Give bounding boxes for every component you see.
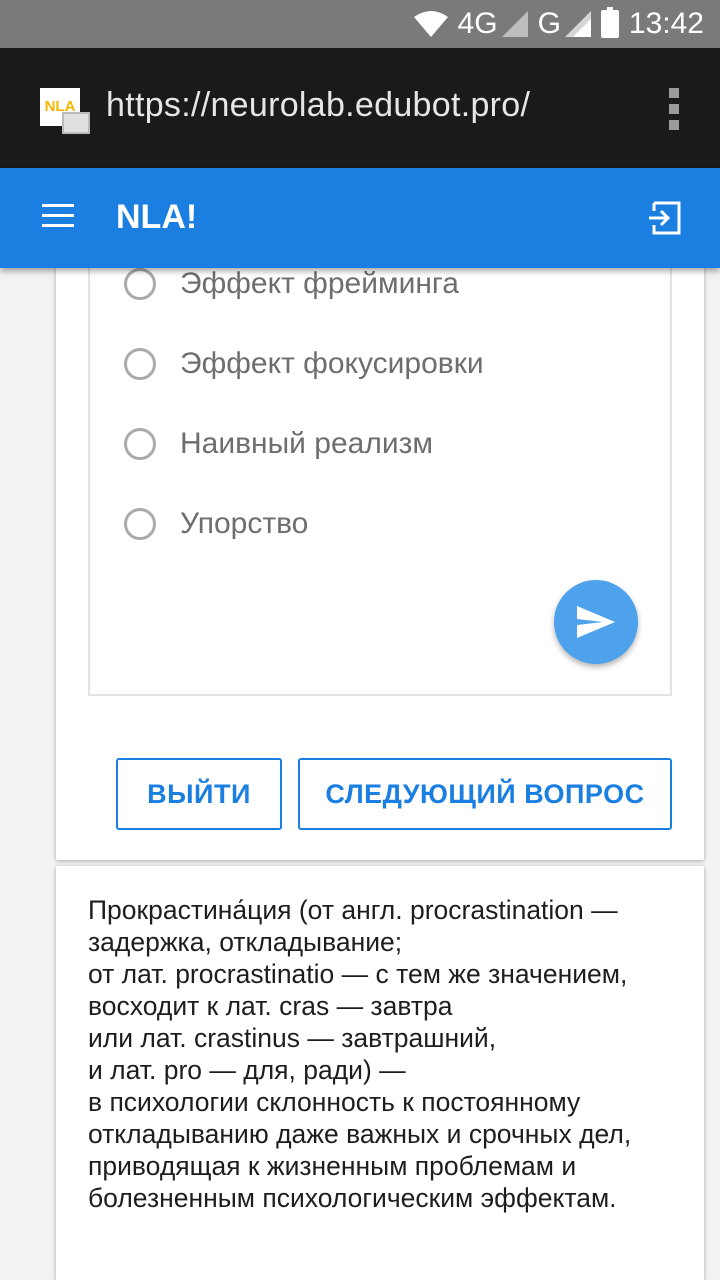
signal-icon <box>564 11 591 37</box>
answer-options: Эффект фрейминга Эффект фокусировки Наив… <box>88 240 672 696</box>
menu-icon[interactable] <box>42 204 74 230</box>
more-vert-icon[interactable] <box>668 88 680 130</box>
logout-icon[interactable] <box>646 200 682 236</box>
answer-option-label: Эффект фрейминга <box>180 267 459 300</box>
radio-button[interactable] <box>124 268 156 300</box>
signal-g: G <box>538 7 591 41</box>
exit-button[interactable]: ВЫЙТИ <box>116 758 282 830</box>
status-time: 13:42 <box>628 7 704 40</box>
answer-option-label: Упорство <box>180 507 309 540</box>
browser-url-bar: NLA https://neurolab.edubot.pro/ <box>0 48 720 168</box>
info-card: Прокрастина́ция (от англ. procrastinatio… <box>56 866 704 1280</box>
network-4g-label: 4G <box>457 7 498 40</box>
url-text[interactable]: https://neurolab.edubot.pro/ <box>106 86 530 125</box>
app-bar: NLA! <box>0 168 720 268</box>
battery-icon <box>600 7 619 38</box>
send-icon <box>577 606 615 638</box>
radio-button[interactable] <box>124 348 156 380</box>
answer-option[interactable]: Эффект фрейминга <box>124 264 459 304</box>
wifi-icon <box>413 11 448 37</box>
answer-option-label: Эффект фокусировки <box>180 347 484 380</box>
answer-option[interactable]: Упорство <box>124 504 308 544</box>
quiz-card: Эффект фрейминга Эффект фокусировки Наив… <box>56 240 704 860</box>
definition-text: Прокрастина́ция (от англ. procrastinatio… <box>88 895 632 1213</box>
site-lock-icon[interactable]: NLA <box>40 88 92 138</box>
radio-button[interactable] <box>124 428 156 460</box>
app-title: NLA! <box>116 198 198 236</box>
next-question-button[interactable]: СЛЕДУЮЩИЙ ВОПРОС <box>298 758 672 830</box>
answer-option[interactable]: Наивный реализм <box>124 424 433 464</box>
signal-4g: 4G <box>458 7 528 41</box>
lock-icon <box>62 112 90 134</box>
answer-option-label: Наивный реализм <box>180 427 433 460</box>
answer-option[interactable]: Эффект фокусировки <box>124 344 484 384</box>
status-bar: 4G G 13:42 <box>0 0 720 48</box>
send-answer-button[interactable] <box>554 580 638 664</box>
signal-icon <box>501 11 528 37</box>
radio-button[interactable] <box>124 508 156 540</box>
network-g-label: G <box>537 7 561 40</box>
